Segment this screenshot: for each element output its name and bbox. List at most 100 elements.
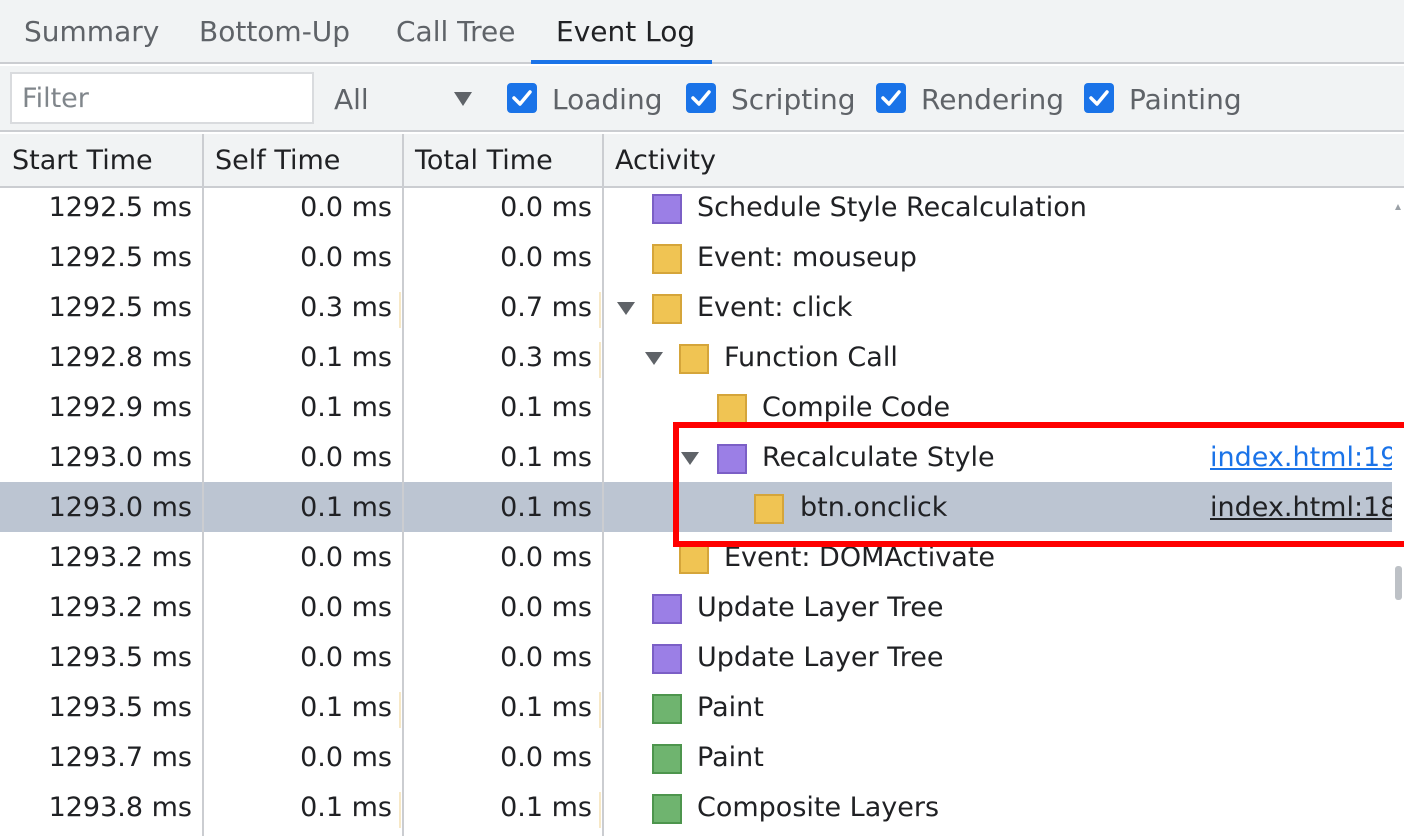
self-time-cell: 0.1 ms — [300, 392, 392, 423]
self-time-cell: 0.1 ms — [300, 342, 392, 373]
tab-summary[interactable]: Summary — [24, 14, 159, 64]
checkmark-icon — [881, 90, 901, 106]
self-time-cell: 0.0 ms — [300, 642, 392, 673]
start-time-cell: 1293.2 ms — [48, 542, 192, 573]
rendering-category-swatch — [652, 594, 682, 624]
highlight-annotation-box — [673, 422, 1404, 547]
activity-label: Composite Layers — [697, 792, 940, 823]
table-row[interactable]: 1293.8 ms 0.1 ms 0.1 ms Composite Layers — [0, 788, 1392, 836]
scripting-checkbox-label[interactable]: Scripting — [731, 80, 856, 120]
self-time-bar — [399, 292, 401, 328]
self-time-cell: 0.1 ms — [300, 692, 392, 723]
total-time-bar — [599, 692, 601, 728]
activity-label: Function Call — [724, 342, 898, 373]
activity-label: Event: click — [697, 292, 853, 323]
column-header-self-time[interactable]: Self Time — [203, 134, 340, 188]
total-time-cell: 0.0 ms — [500, 592, 592, 623]
rendering-category-swatch — [652, 194, 682, 224]
scrollbar-thumb[interactable] — [1395, 566, 1402, 600]
column-header-start-time[interactable]: Start Time — [0, 134, 153, 188]
scripting-checkbox[interactable] — [686, 83, 716, 113]
start-time-cell: 1293.0 ms — [48, 492, 192, 523]
self-time-bar — [399, 692, 401, 728]
start-time-cell: 1293.2 ms — [48, 592, 192, 623]
total-time-cell: 0.0 ms — [500, 642, 592, 673]
rendering-checkbox[interactable] — [876, 83, 906, 113]
table-row[interactable]: 1292.8 ms 0.1 ms 0.3 ms Function Call — [0, 338, 1392, 388]
tab-call-tree[interactable]: Call Tree — [396, 14, 516, 64]
chevron-down-icon[interactable] — [454, 92, 472, 106]
rendering-checkbox-label[interactable]: Rendering — [921, 80, 1064, 120]
table-row[interactable]: 1292.5 ms 0.0 ms 0.0 ms Schedule Style R… — [0, 188, 1392, 238]
loading-checkbox-label[interactable]: Loading — [552, 80, 662, 120]
activity-label: Update Layer Tree — [697, 642, 944, 673]
self-time-cell: 0.0 ms — [300, 192, 392, 223]
expand-triangle-icon[interactable] — [645, 352, 663, 365]
activity-label: Update Layer Tree — [697, 592, 944, 623]
table-row[interactable]: 1292.5 ms 0.3 ms 0.7 ms Event: click — [0, 288, 1392, 338]
total-time-cell: 0.1 ms — [500, 792, 592, 823]
tab-bottom-up[interactable]: Bottom-Up — [199, 14, 350, 64]
start-time-cell: 1293.8 ms — [48, 792, 192, 823]
self-time-cell: 0.0 ms — [300, 442, 392, 473]
expand-triangle-icon[interactable] — [617, 302, 635, 315]
total-time-cell: 0.1 ms — [500, 392, 592, 423]
activity-label: Schedule Style Recalculation — [697, 192, 1087, 223]
filter-toolbar: All Loading Scripting Rendering Painting — [0, 66, 1404, 132]
self-time-bar — [399, 792, 401, 828]
start-time-cell: 1292.5 ms — [48, 242, 192, 273]
start-time-cell: 1292.9 ms — [48, 392, 192, 423]
self-time-cell: 0.0 ms — [300, 592, 392, 623]
painting-checkbox-label[interactable]: Painting — [1129, 80, 1242, 120]
column-header-total-time[interactable]: Total Time — [403, 134, 553, 188]
self-time-cell: 0.0 ms — [300, 542, 392, 573]
column-divider[interactable] — [202, 134, 204, 836]
checkmark-icon — [1089, 90, 1109, 106]
table-row[interactable]: 1293.5 ms 0.1 ms 0.1 ms Paint — [0, 688, 1392, 738]
activity-label: Paint — [697, 742, 764, 773]
scripting-category-swatch — [652, 244, 682, 274]
total-time-cell: 0.0 ms — [500, 242, 592, 273]
total-time-bar — [599, 792, 601, 828]
start-time-cell: 1293.5 ms — [48, 692, 192, 723]
column-header-activity[interactable]: Activity — [603, 134, 716, 188]
scripting-category-swatch — [717, 394, 747, 424]
painting-category-swatch — [652, 794, 682, 824]
tab-event-log[interactable]: Event Log — [556, 14, 695, 64]
start-time-cell: 1292.8 ms — [48, 342, 192, 373]
column-divider[interactable] — [602, 134, 604, 836]
tab-bar: Summary Bottom-Up Call Tree Event Log — [0, 0, 1404, 64]
self-time-cell: 0.1 ms — [300, 792, 392, 823]
category-select[interactable]: All — [334, 80, 474, 120]
painting-category-swatch — [652, 744, 682, 774]
scripting-category-swatch — [679, 344, 709, 374]
scroll-up-icon[interactable] — [1395, 204, 1401, 210]
table-row[interactable]: 1293.5 ms 0.0 ms 0.0 ms Update Layer Tre… — [0, 638, 1392, 688]
rendering-category-swatch — [652, 644, 682, 674]
active-tab-indicator — [531, 60, 712, 64]
activity-label: Paint — [697, 692, 764, 723]
start-time-cell: 1293.0 ms — [48, 442, 192, 473]
table-row[interactable]: 1293.2 ms 0.0 ms 0.0 ms Update Layer Tre… — [0, 588, 1392, 638]
start-time-cell: 1293.5 ms — [48, 642, 192, 673]
total-time-cell: 0.1 ms — [500, 442, 592, 473]
self-time-cell: 0.1 ms — [300, 492, 392, 523]
start-time-cell: 1292.5 ms — [48, 292, 192, 323]
table-header: Start Time Self Time Total Time Activity — [0, 134, 1404, 188]
loading-checkbox[interactable] — [507, 83, 537, 113]
self-time-cell: 0.3 ms — [300, 292, 392, 323]
painting-checkbox[interactable] — [1084, 83, 1114, 113]
start-time-cell: 1292.5 ms — [48, 192, 192, 223]
activity-label: Event: mouseup — [697, 242, 917, 273]
total-time-cell: 0.3 ms — [500, 342, 592, 373]
table-row[interactable]: 1293.7 ms 0.0 ms 0.0 ms Paint — [0, 738, 1392, 788]
column-divider[interactable] — [402, 134, 404, 836]
table-row[interactable]: 1292.5 ms 0.0 ms 0.0 ms Event: mouseup — [0, 238, 1392, 288]
filter-input[interactable] — [10, 72, 314, 124]
self-time-cell: 0.0 ms — [300, 242, 392, 273]
start-time-cell: 1293.7 ms — [48, 742, 192, 773]
scripting-category-swatch — [679, 544, 709, 574]
total-time-cell: 0.1 ms — [500, 492, 592, 523]
checkmark-icon — [512, 90, 532, 106]
total-time-cell: 0.0 ms — [500, 742, 592, 773]
